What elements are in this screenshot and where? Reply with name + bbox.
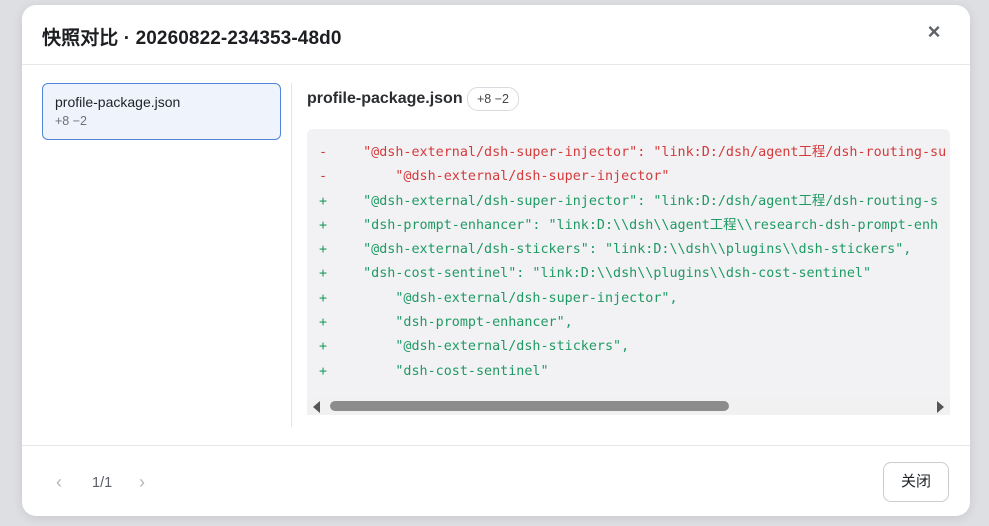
diff-line-text: "@dsh-external/dsh-super-injector" (347, 169, 670, 185)
diff-line-added: + "@dsh-external/dsh-stickers": "link:D:… (307, 238, 950, 262)
diff-line-text: "dsh-prompt-enhancer", (347, 315, 573, 331)
scroll-left-arrow-icon[interactable] (313, 401, 320, 413)
horizontal-scrollbar[interactable] (307, 397, 950, 415)
diff-line-sign: + (319, 266, 328, 282)
dialog-title: 快照对比 · 20260822-234353-48d0 (42, 28, 342, 49)
vertical-divider (291, 83, 292, 427)
diff-line-text: "@dsh-external/dsh-super-injector": "lin… (347, 145, 947, 160)
page-indicator: 1/1 (92, 475, 113, 491)
diff-line-text: "dsh-cost-sentinel" (347, 363, 549, 379)
diff-line-sign: + (319, 290, 328, 306)
close-button[interactable]: 关闭 (883, 462, 949, 502)
diff-line-text: "dsh-prompt-enhancer": "link:D:\\dsh\\ag… (347, 217, 939, 233)
snapshot-compare-dialog: 快照对比 · 20260822-234353-48d0 × profile-pa… (22, 5, 970, 516)
diff-line-sign: + (319, 315, 328, 331)
diff-line-text: "@dsh-external/dsh-super-injector", (347, 290, 678, 306)
diff-line-sign: + (319, 363, 328, 379)
diff-line-sign: + (319, 217, 328, 233)
chevron-right-icon[interactable]: › (139, 472, 145, 493)
file-item-name: profile-package.json (55, 94, 181, 110)
diff-stat-badge: +8 −2 (467, 87, 519, 111)
diff-pane: profile-package.json +8 −2 - "@dsh-exter… (307, 85, 950, 415)
diff-line-sign: - (319, 145, 328, 160)
diff-line-sign: + (319, 339, 328, 355)
dialog-footer: ‹ 1/1 › 关闭 (22, 445, 970, 516)
scroll-right-arrow-icon[interactable] (937, 401, 944, 413)
diff-line-added: + "dsh-cost-sentinel": "link:D:\\dsh\\pl… (307, 262, 950, 286)
diff-line-added: + "dsh-prompt-enhancer", (307, 311, 950, 335)
diff-line-added: + "dsh-cost-sentinel" (307, 360, 950, 384)
diff-line-added: + "dsh-prompt-enhancer": "link:D:\\dsh\\… (307, 214, 950, 238)
diff-line-text: "@dsh-external/dsh-stickers": "link:D:\\… (347, 242, 912, 258)
diff-line-deleted: - "@dsh-external/dsh-super-injector": "l… (307, 141, 950, 165)
diff-line-added: + "@dsh-external/dsh-super-injector": "l… (307, 190, 950, 214)
diff-line-text: "dsh-cost-sentinel": "link:D:\\dsh\\plug… (347, 266, 872, 282)
diff-line-sign: + (319, 193, 328, 209)
dialog-body: profile-package.json +8 −2 profile-packa… (22, 65, 970, 445)
diff-lines: - "@dsh-external/dsh-super-injector": "l… (307, 129, 950, 384)
diff-line-sign: - (319, 169, 328, 185)
dialog-header: 快照对比 · 20260822-234353-48d0 × (22, 5, 970, 65)
close-icon[interactable]: × (924, 21, 944, 43)
chevron-left-icon[interactable]: ‹ (56, 472, 62, 493)
file-item-diff-stat: +8 −2 (55, 114, 87, 128)
diff-line-text: "@dsh-external/dsh-super-injector": "lin… (347, 193, 939, 209)
scrollbar-thumb[interactable] (330, 401, 729, 411)
diff-line-sign: + (319, 242, 328, 258)
diff-line-added: + "@dsh-external/dsh-stickers", (307, 335, 950, 359)
diff-code-view[interactable]: - "@dsh-external/dsh-super-injector": "l… (307, 129, 950, 415)
diff-line-text: "@dsh-external/dsh-stickers", (347, 339, 630, 355)
diff-line-deleted: - "@dsh-external/dsh-super-injector" (307, 165, 950, 189)
file-list-item[interactable]: profile-package.json +8 −2 (42, 83, 281, 140)
file-list: profile-package.json +8 −2 (42, 83, 282, 140)
diff-filename: profile-package.json (307, 90, 463, 107)
diff-header: profile-package.json +8 −2 (307, 85, 950, 113)
diff-line-added: + "@dsh-external/dsh-super-injector", (307, 287, 950, 311)
